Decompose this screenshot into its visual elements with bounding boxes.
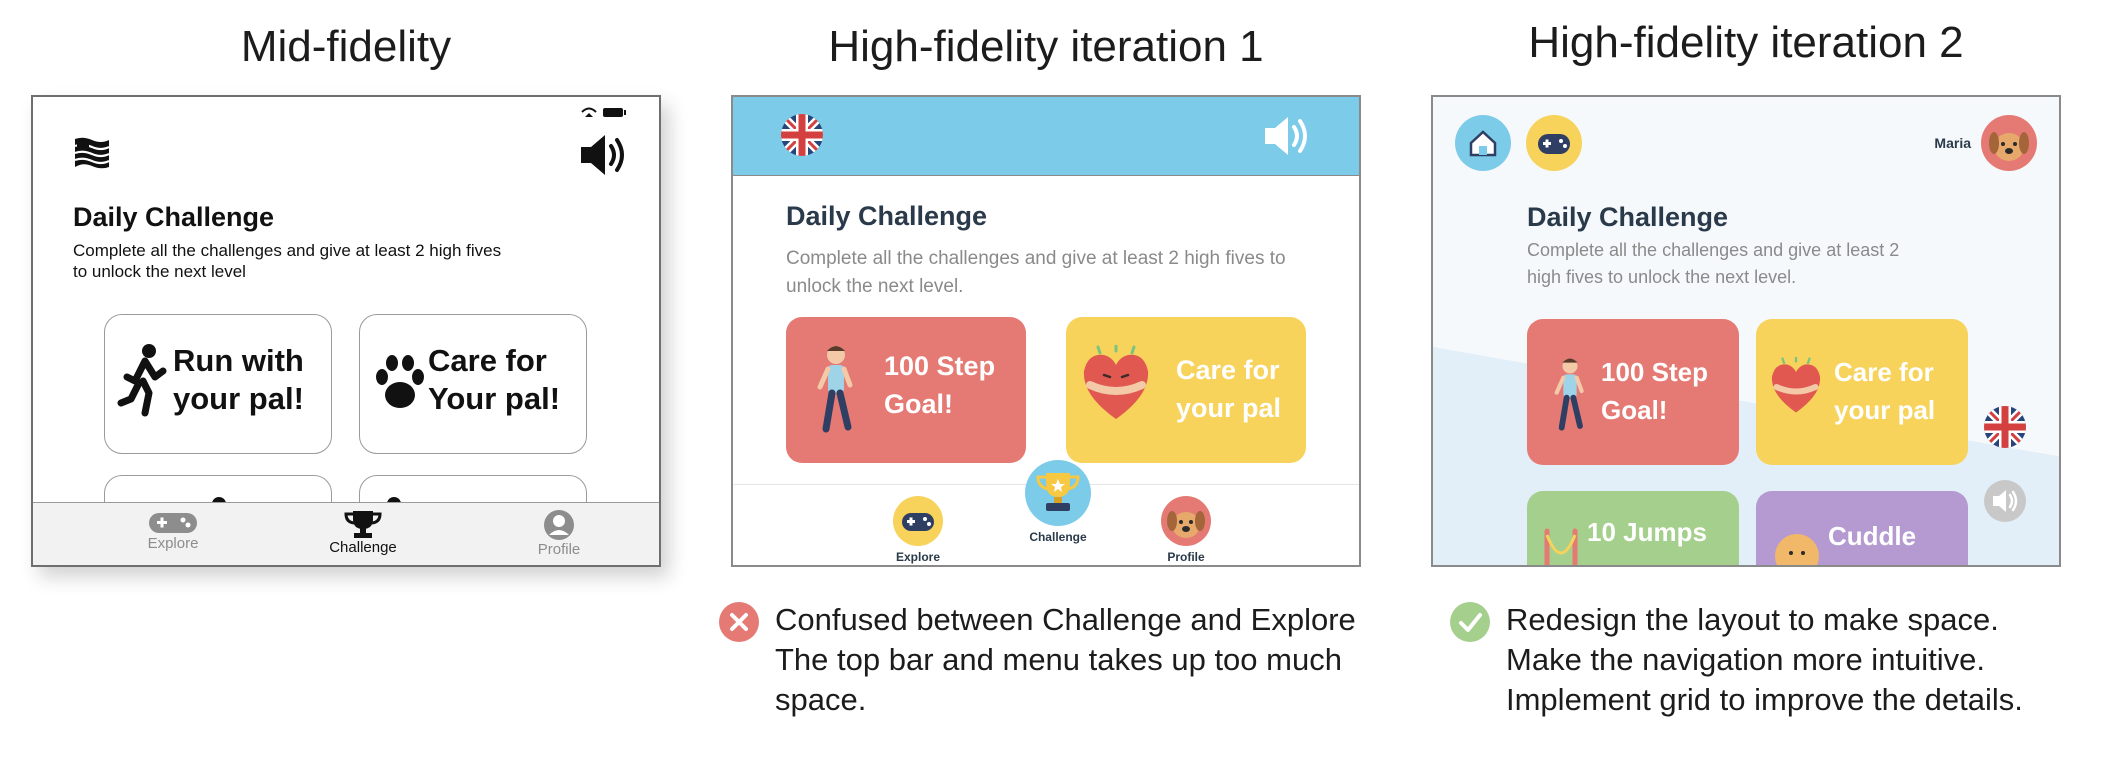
mid-fidelity-title: Mid-fidelity xyxy=(240,22,452,71)
speaker-icon[interactable] xyxy=(1263,115,1313,157)
nav-label: Explore xyxy=(147,535,199,552)
feedback-line: The top bar and menu takes up too much xyxy=(775,642,1342,677)
bottom-navigation: Explore Challenge Profile xyxy=(733,460,1359,565)
explore-button[interactable] xyxy=(1526,115,1582,171)
challenge-description: Complete all the challenges and give at … xyxy=(786,248,1286,297)
card-label: Run with your pal! xyxy=(173,343,304,416)
nav-label: Challenge xyxy=(1029,530,1087,544)
profile-avatar[interactable] xyxy=(1981,115,2037,171)
daily-challenge-heading: Daily Challenge xyxy=(1527,202,1729,232)
nav-challenge[interactable]: Challenge xyxy=(303,505,423,556)
improvement-line: Redesign the layout to make space. xyxy=(1506,602,1999,637)
card-label: 10 Jumps xyxy=(1587,517,1707,547)
hifi-iteration-1-screen: Daily Challenge Complete all the challen… xyxy=(731,95,1361,567)
feedback-line: space. xyxy=(775,682,867,717)
iteration-1-feedback: Confused between Challenge and Explore T… xyxy=(775,600,1375,720)
error-icon xyxy=(719,602,759,642)
nav-profile[interactable]: Profile xyxy=(499,505,619,558)
gamepad-icon xyxy=(893,496,943,546)
nav-explore[interactable]: Explore xyxy=(873,495,963,564)
hifi-iteration-1-title: High-fidelity iteration 1 xyxy=(828,22,1264,71)
mid-fidelity-screen: Daily Challenge Complete all the challen… xyxy=(31,95,661,567)
trophy-icon xyxy=(1025,460,1091,526)
cuddle-card[interactable]: Cuddle xyxy=(1756,491,1968,565)
home-button[interactable] xyxy=(1455,115,1511,171)
bottom-navigation: Explore Challenge Profile xyxy=(33,502,659,565)
wifi-battery-icon xyxy=(581,107,626,117)
flag-icon[interactable] xyxy=(73,137,111,171)
status-bar xyxy=(579,105,629,122)
iteration-2-improvements: Redesign the layout to make space. Make … xyxy=(1506,600,2096,720)
card-label: Care for Your pal! xyxy=(428,343,561,416)
ten-jumps-card[interactable]: 10 Jumps xyxy=(1527,491,1739,565)
nav-label: Profile xyxy=(1167,550,1205,564)
card-label: Care for your pal xyxy=(1176,355,1282,423)
nav-label: Challenge xyxy=(329,539,397,556)
dog-avatar-icon xyxy=(1161,496,1211,546)
user-name: Maria xyxy=(1934,135,1971,151)
top-bar xyxy=(733,97,1359,176)
improvement-line: Make the navigation more intuitive. xyxy=(1506,642,1986,677)
speaker-icon[interactable] xyxy=(579,133,631,177)
speaker-icon xyxy=(1993,490,2018,512)
check-icon xyxy=(1450,602,1490,642)
hifi-iteration-2-screen: Maria Daily Challenge Complete all the c… xyxy=(1431,95,2061,567)
card-label: Cuddle xyxy=(1828,521,1917,551)
feedback-line: Confused between Challenge and Explore xyxy=(775,602,1356,637)
improvement-line: Implement grid to improve the details. xyxy=(1506,682,2023,717)
home-icon xyxy=(1469,130,1497,157)
care-for-pal-card[interactable]: Care for your pal xyxy=(1066,317,1306,463)
sound-button[interactable] xyxy=(1984,480,2026,522)
dog-avatar-icon xyxy=(1989,132,2029,161)
daily-challenge-heading: Daily Challenge xyxy=(73,202,275,232)
boy-walking-icon xyxy=(1554,358,1584,431)
card-label: 100 Step Goal! xyxy=(884,351,996,419)
uk-flag-icon[interactable] xyxy=(1983,405,2027,449)
challenge-description: Complete all the challenges and give at … xyxy=(73,241,502,281)
run-with-pal-card[interactable]: Run with your pal! xyxy=(104,314,332,454)
trophy-icon xyxy=(344,511,382,538)
care-for-pal-card[interactable]: Care for your pal xyxy=(1756,319,1968,465)
running-person-icon xyxy=(117,344,167,417)
heart-hug-icon xyxy=(1083,345,1149,419)
gamepad-icon xyxy=(1538,134,1570,154)
challenge-description: Complete all the challenges and give at … xyxy=(1527,240,1900,287)
card-label: Care for your pal xyxy=(1834,357,1936,425)
paw-icon xyxy=(376,355,424,408)
nav-label: Explore xyxy=(895,550,940,564)
gamepad-icon xyxy=(149,513,197,533)
card-label: 100 Step Goal! xyxy=(1601,357,1708,425)
jump-rope-icon xyxy=(1544,528,1578,565)
hifi-iteration-2-title: High-fidelity iteration 2 xyxy=(1528,18,1964,67)
step-goal-card[interactable]: 100 Step Goal! xyxy=(1527,319,1739,465)
step-goal-card[interactable]: 100 Step Goal! xyxy=(786,317,1026,463)
nav-label: Profile xyxy=(537,541,581,558)
daily-challenge-heading: Daily Challenge xyxy=(786,201,988,231)
nav-explore[interactable]: Explore xyxy=(113,505,233,552)
nav-challenge[interactable]: Challenge xyxy=(1013,459,1103,544)
boy-walking-icon xyxy=(817,346,853,433)
uk-flag-icon[interactable] xyxy=(780,113,824,157)
nav-profile[interactable]: Profile xyxy=(1141,495,1231,564)
care-for-pal-card[interactable]: Care for Your pal! xyxy=(359,314,587,454)
heart-hug-icon xyxy=(1771,357,1821,413)
user-icon xyxy=(544,510,574,540)
dog-icon xyxy=(1775,534,1819,565)
